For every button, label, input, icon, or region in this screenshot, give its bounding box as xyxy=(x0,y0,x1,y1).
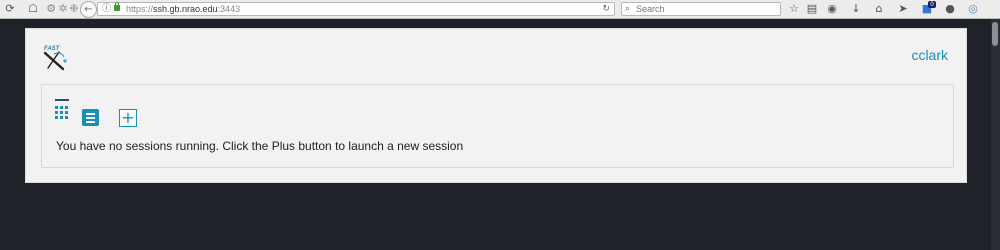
lock-icon xyxy=(114,2,120,11)
plus-icon: + xyxy=(121,108,135,127)
grid-view-button[interactable] xyxy=(55,99,73,124)
app-panel: FAST cclark + You have no sessions runni… xyxy=(25,28,967,183)
page-scrollbar[interactable] xyxy=(991,19,1000,250)
url-scheme: https:// xyxy=(126,4,154,14)
add-session-button[interactable]: + xyxy=(119,109,137,127)
url-port: :3443 xyxy=(217,4,241,14)
back-icon: ← xyxy=(84,4,93,15)
list-view-button[interactable] xyxy=(82,109,99,126)
back-button[interactable]: ← xyxy=(80,1,97,18)
logo-text: FAST xyxy=(44,46,61,52)
firefox-icon[interactable]: ⟳ xyxy=(3,2,17,16)
reload-icon[interactable]: ↻ xyxy=(602,3,610,15)
search-input[interactable] xyxy=(636,3,776,15)
chat-icon[interactable]: ● xyxy=(943,2,957,16)
url-text[interactable]: https://ssh.gb.nrao.edu:3443 xyxy=(126,3,240,15)
tab-icon[interactable]: ❉ xyxy=(67,2,81,16)
scrollbar-thumb[interactable] xyxy=(992,22,998,46)
user-menu-link[interactable]: cclark xyxy=(911,47,948,63)
fastx-logo-icon: FAST xyxy=(43,46,67,71)
notification-badge: 0 xyxy=(928,1,936,8)
home-icon[interactable]: ⌂ xyxy=(872,2,886,16)
bookmark-star-icon[interactable]: ☆ xyxy=(787,2,801,16)
url-bar[interactable]: ⓘ https://ssh.gb.nrao.edu:3443 ↻ xyxy=(97,2,615,16)
reader-icon[interactable]: ▤ xyxy=(805,2,819,16)
empty-sessions-message: You have no sessions running. Click the … xyxy=(56,139,464,153)
download-icon[interactable]: ↓ xyxy=(849,2,863,16)
sessions-panel: + You have no sessions running. Click th… xyxy=(41,84,954,168)
notification-icon[interactable]: ■ 0 xyxy=(920,1,936,16)
send-icon[interactable]: ➤ xyxy=(896,2,910,16)
url-host: ssh.gb.nrao.edu xyxy=(153,4,218,14)
globe-icon[interactable]: ◎ xyxy=(966,2,980,16)
search-bar[interactable]: ⌕ xyxy=(621,2,781,16)
library-icon[interactable]: ☖ xyxy=(26,2,40,16)
pocket-icon[interactable]: ◉ xyxy=(825,2,839,16)
info-icon[interactable]: ⓘ xyxy=(102,3,111,15)
search-icon: ⌕ xyxy=(625,4,631,14)
browser-toolbar: ⟳ ☖ ⚙ ✲ ❉ ← ⓘ https://ssh.gb.nrao.edu:34… xyxy=(0,0,1000,19)
active-view-indicator xyxy=(55,99,69,101)
